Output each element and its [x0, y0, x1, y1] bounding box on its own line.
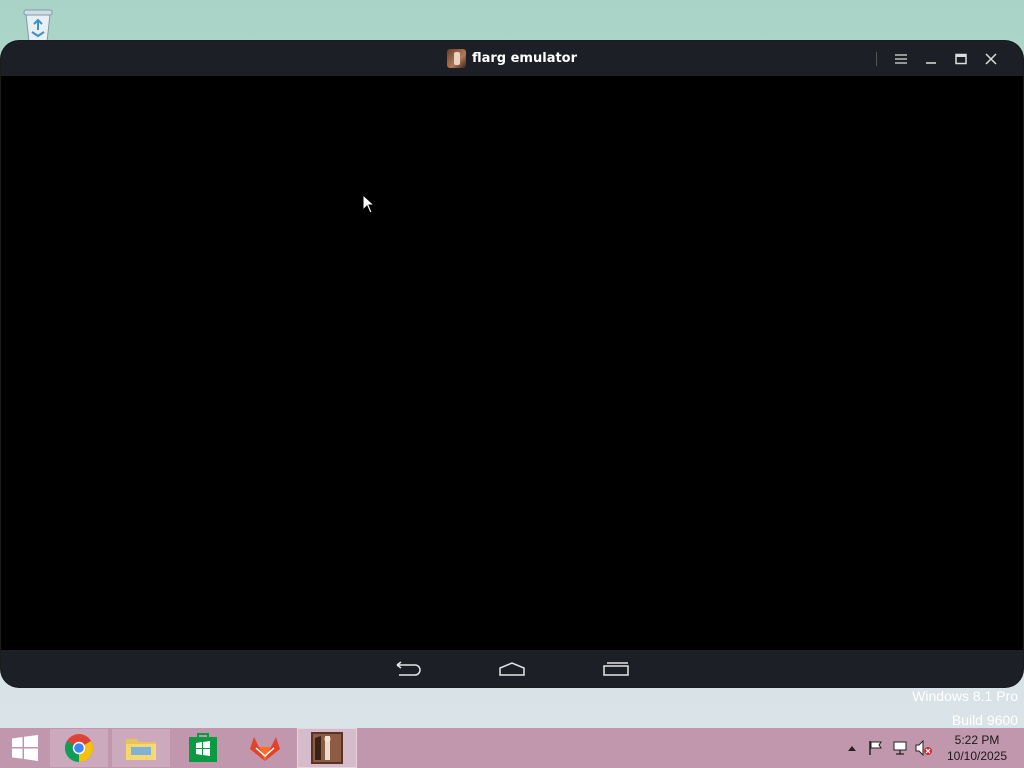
taskbar: 5:22 PM 10/10/2025	[0, 728, 1024, 768]
minimize-button[interactable]	[917, 46, 945, 72]
recents-icon	[603, 661, 629, 676]
windows-logo-icon	[12, 735, 38, 761]
close-icon	[985, 52, 997, 65]
window-title-group: flarg emulator	[446, 49, 578, 68]
window-title: flarg emulator	[471, 51, 578, 66]
taskbar-clock[interactable]: 5:22 PM 10/10/2025	[936, 732, 1024, 764]
recycle-bin-icon[interactable]	[20, 6, 56, 44]
clock-date: 10/10/2025	[946, 749, 1008, 763]
taskbar-store[interactable]	[174, 729, 232, 767]
emulator-window: flarg emulator	[1, 41, 1023, 687]
watermark-edition: Windows 8.1 Pro	[912, 688, 1018, 704]
mouse-cursor-icon	[362, 194, 376, 214]
back-icon	[396, 660, 421, 676]
system-tray: 5:22 PM 10/10/2025	[840, 728, 1024, 768]
recents-button[interactable]	[599, 659, 633, 679]
android-nav-bar	[1, 650, 1023, 687]
close-button[interactable]	[977, 46, 1005, 72]
maximize-button[interactable]	[947, 46, 975, 72]
volume-button[interactable]	[912, 728, 936, 768]
folder-icon	[126, 739, 156, 760]
show-hidden-icons-button[interactable]	[840, 728, 864, 768]
taskbar-chrome[interactable]	[50, 729, 108, 767]
window-controls	[876, 41, 1005, 76]
home-icon	[499, 661, 525, 676]
volume-muted-icon	[915, 740, 932, 756]
taskbar-file-explorer[interactable]	[112, 729, 170, 767]
start-button[interactable]	[0, 728, 50, 768]
windows-watermark: Windows 8.1 Pro Build 9600	[912, 684, 1018, 732]
store-icon	[189, 733, 217, 762]
menu-button[interactable]	[887, 46, 915, 72]
flarg-app-icon	[446, 49, 466, 68]
taskbar-flarg-emulator[interactable]	[297, 728, 357, 768]
menu-icon	[895, 53, 907, 64]
taskbar-gitlab[interactable]	[236, 729, 294, 767]
flarg-app-icon	[311, 732, 343, 764]
minimize-icon	[926, 61, 936, 64]
flag-icon	[869, 741, 882, 755]
back-button[interactable]	[391, 659, 425, 679]
network-icon	[893, 741, 907, 755]
network-button[interactable]	[888, 728, 912, 768]
fox-icon	[250, 737, 280, 761]
chrome-icon	[65, 734, 93, 762]
emulator-screen[interactable]	[1, 76, 1023, 650]
show-hidden-icon	[848, 746, 856, 751]
maximize-icon	[955, 53, 967, 64]
home-button[interactable]	[495, 659, 529, 679]
controls-divider	[876, 51, 877, 66]
clock-time: 5:22 PM	[954, 733, 1000, 747]
action-center-button[interactable]	[864, 728, 888, 768]
title-bar[interactable]: flarg emulator	[1, 41, 1023, 76]
